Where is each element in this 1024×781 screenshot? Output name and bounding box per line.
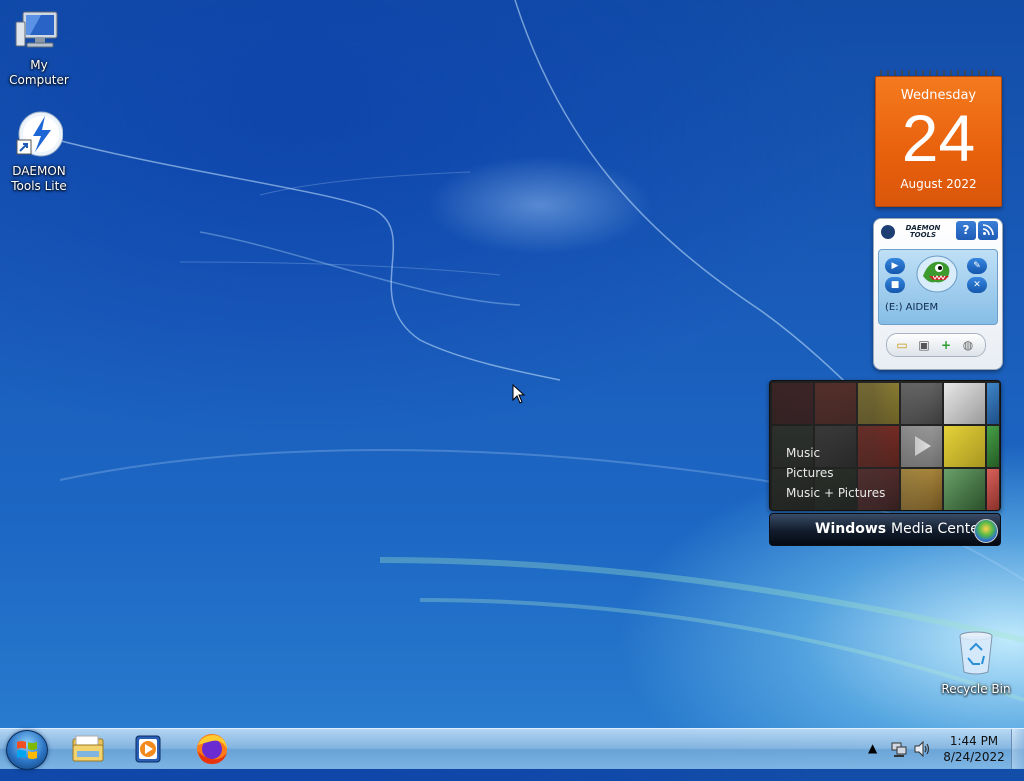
- brand-windows: Windows: [815, 521, 887, 537]
- stop-button[interactable]: ■: [885, 277, 905, 293]
- clock[interactable]: 1:44 PM 8/24/2022: [936, 733, 1012, 765]
- menu-item-music[interactable]: Music: [786, 443, 885, 463]
- start-button[interactable]: [6, 730, 48, 770]
- firefox-button[interactable]: [190, 731, 234, 767]
- menu-item-pictures[interactable]: Pictures: [786, 463, 885, 483]
- drive-icon: ◍: [962, 338, 974, 352]
- folder-icon: ▭: [896, 338, 908, 352]
- calendar-month: August 2022: [900, 177, 977, 191]
- desktop-icon-my-computer[interactable]: My Computer: [0, 8, 78, 88]
- daemon-logo-line2: TOOLS: [909, 231, 937, 239]
- add-drive-button[interactable]: +: [939, 338, 953, 352]
- network-icon[interactable]: [890, 740, 908, 758]
- chevron-up-icon: ▲: [868, 741, 878, 755]
- daemon-tools-gadget[interactable]: DAEMON TOOLS ? ▶ ■ ✎ ✕ (E:) AIDEM ▭ ▣ + …: [873, 218, 1003, 370]
- close-icon: ✕: [973, 280, 981, 290]
- recycle-bin-icon: [937, 630, 1015, 680]
- clock-date: 8/24/2022: [943, 750, 1005, 764]
- taskbar: ▲ 1:44 PM 8/24/2022: [0, 728, 1024, 770]
- desktop-icon-label: My Computer: [9, 58, 69, 87]
- virtual-drive-panel: ▶ ■ ✎ ✕ (E:) AIDEM: [878, 249, 998, 325]
- play-button[interactable]: ▶: [885, 258, 905, 274]
- clock-time: 1:44 PM: [949, 734, 999, 748]
- catalog-icon: ▣: [918, 338, 930, 352]
- plus-icon: +: [940, 338, 952, 352]
- brand-media-center: Media Center: [891, 521, 985, 537]
- settings-button[interactable]: ✎: [967, 258, 987, 274]
- drive-label: (E:) AIDEM: [885, 302, 939, 313]
- media-center-bar[interactable]: Windows Media Center: [769, 513, 1001, 546]
- help-button[interactable]: ?: [956, 221, 976, 240]
- media-center-gadget[interactable]: Music Pictures Music + Pictures Windows …: [769, 380, 1001, 546]
- windows-logo-icon: [17, 741, 37, 759]
- menu-item-music-pictures[interactable]: Music + Pictures: [786, 483, 885, 503]
- open-image-button[interactable]: ▭: [895, 338, 909, 352]
- remove-drive-button[interactable]: ◍: [961, 338, 975, 352]
- desktop-icon-daemon-tools[interactable]: DAEMON Tools Lite: [0, 110, 78, 194]
- show-desktop-button[interactable]: [1011, 729, 1024, 769]
- computer-icon: [0, 8, 78, 56]
- image-catalog-button[interactable]: ▣: [917, 338, 931, 352]
- bolt-icon: [881, 225, 895, 239]
- windows-orb-icon: [974, 519, 998, 543]
- unmount-button[interactable]: ✕: [967, 277, 987, 293]
- rss-button[interactable]: [978, 221, 998, 240]
- daemon-tools-logo: DAEMON TOOLS: [878, 223, 954, 241]
- explorer-button[interactable]: [67, 731, 111, 767]
- calendar-gadget[interactable]: Wednesday 24 August 2022: [875, 68, 1002, 207]
- wrench-icon: ✎: [973, 261, 981, 271]
- media-player-icon: [135, 735, 161, 763]
- desktop-icon-label: Recycle Bin: [941, 682, 1011, 696]
- media-tiles: Music Pictures Music + Pictures: [769, 380, 1001, 511]
- media-menu: Music Pictures Music + Pictures: [786, 443, 885, 503]
- rss-icon: [982, 224, 994, 236]
- calendar-day: 24: [901, 101, 976, 175]
- firefox-icon: [197, 734, 227, 764]
- mouse-pointer-icon: [512, 384, 526, 404]
- calendar-page: Wednesday 24 August 2022: [875, 76, 1002, 207]
- folder-icon: [72, 735, 104, 762]
- media-player-button[interactable]: [126, 731, 170, 767]
- wallpaper-streaks: [19, 0, 1024, 702]
- desktop-icon-recycle-bin[interactable]: Recycle Bin: [937, 630, 1015, 697]
- disc-image-icon: [916, 255, 958, 293]
- show-hidden-icons-button[interactable]: ▲: [868, 741, 877, 781]
- daemon-toolbar: ▭ ▣ + ◍: [886, 333, 986, 357]
- volume-icon[interactable]: [913, 740, 931, 758]
- daemon-tools-icon: [0, 110, 78, 162]
- desktop-icon-label: DAEMON Tools Lite: [11, 164, 67, 193]
